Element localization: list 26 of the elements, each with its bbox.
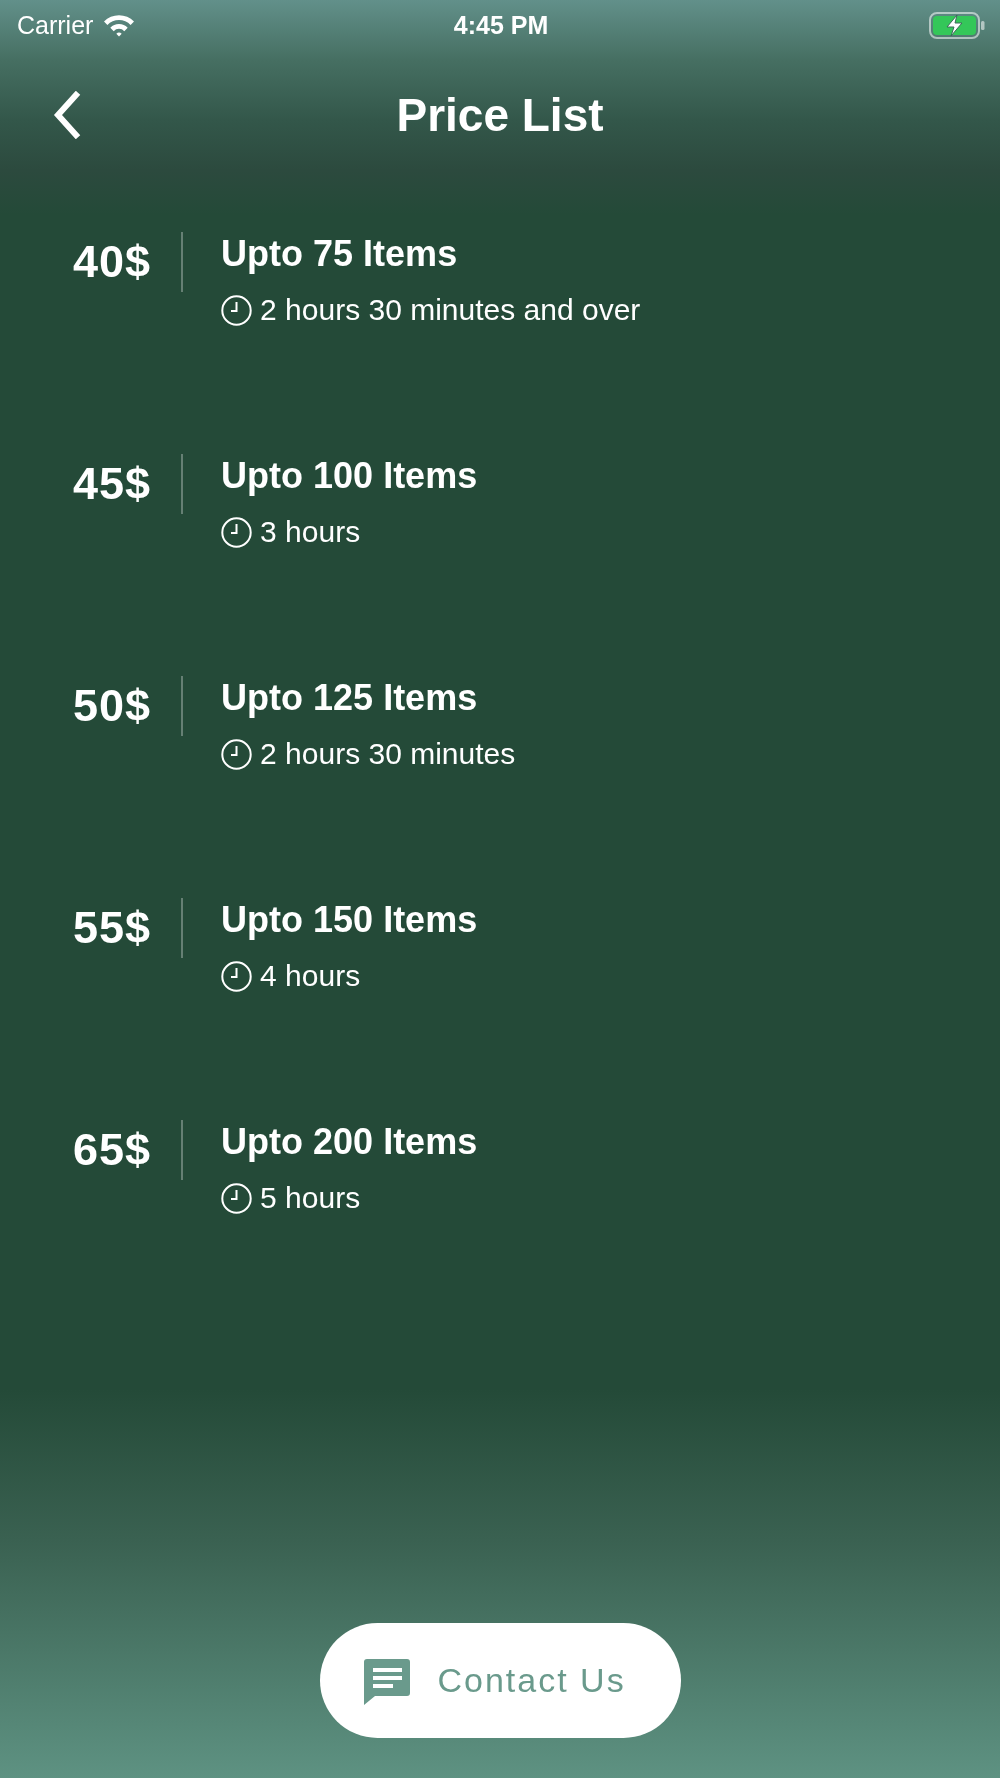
- plan-duration: 3 hours: [260, 514, 361, 550]
- plan-price: 45$: [73, 457, 152, 511]
- clock-icon: [221, 1182, 253, 1214]
- clock-icon: [221, 294, 253, 326]
- wifi-icon: [103, 13, 136, 37]
- clock-icon: [221, 960, 253, 992]
- chat-icon: [362, 1656, 411, 1705]
- plan-title: Upto 100 Items: [221, 456, 478, 496]
- plan-title: Upto 75 Items: [221, 234, 459, 274]
- clock-icon: [221, 738, 253, 770]
- carrier-name: Carrier: [17, 10, 94, 40]
- page-title: Price List: [396, 88, 604, 142]
- plan-title: Upto 150 Items: [221, 900, 478, 940]
- plan-price: 65$: [73, 1123, 152, 1177]
- plan-duration: 4 hours: [260, 958, 361, 994]
- plan-price: 55$: [73, 901, 152, 955]
- contact-button[interactable]: Contact Us: [319, 1623, 681, 1738]
- plan-title: Upto 200 Items: [221, 1122, 478, 1162]
- status-time: 4:45 PM: [453, 10, 549, 40]
- plan-duration: 2 hours 30 minutes: [260, 736, 516, 772]
- plan-price: 40$: [73, 235, 152, 289]
- plan-title: Upto 125 Items: [221, 678, 479, 718]
- plan-price: 50$: [73, 679, 152, 733]
- clock-icon: [221, 516, 253, 548]
- plan-duration: 2 hours 30 minutes and over: [260, 292, 641, 328]
- plan-duration: 5 hours: [260, 1180, 361, 1216]
